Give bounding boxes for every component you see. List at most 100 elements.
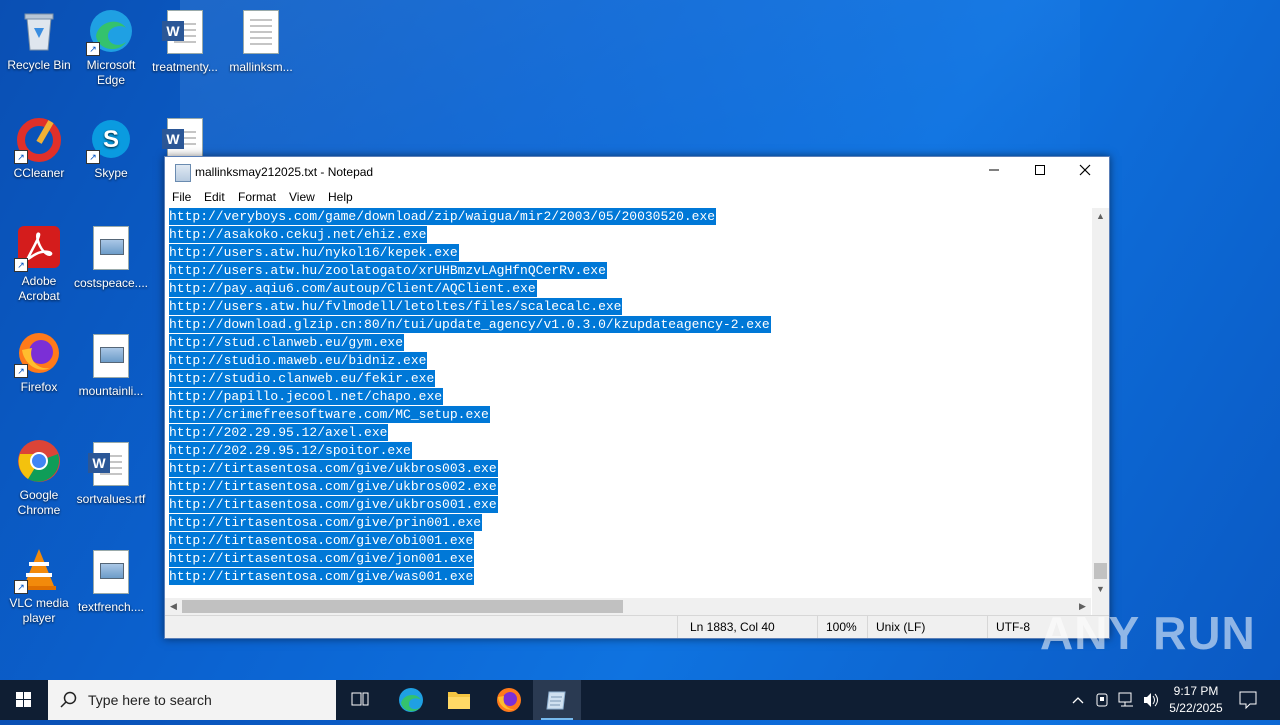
- desktop-icon-ccleaner[interactable]: ↗ CCleaner: [0, 116, 78, 181]
- text-file-icon: [238, 10, 284, 56]
- minimize-button[interactable]: [971, 157, 1017, 187]
- text-line: http://pay.aqiu6.com/autoup/Client/AQCli…: [169, 280, 537, 297]
- tray-volume-button[interactable]: [1140, 680, 1162, 720]
- desktop-icon-acrobat[interactable]: ↗ Adobe Acrobat: [0, 224, 78, 304]
- cursor-position: Ln 1883, Col 40: [677, 616, 820, 638]
- folder-icon: [448, 692, 470, 709]
- firefox-icon: ↗: [14, 330, 62, 378]
- text-line: http://asakoko.cekuj.net/ehiz.exe: [169, 226, 428, 243]
- tray-device-button[interactable]: [1092, 680, 1114, 720]
- edge-icon: [399, 688, 423, 712]
- text-line: http://download.glzip.cn:80/n/tui/update…: [169, 316, 771, 333]
- desktop-icon-label: Adobe Acrobat: [18, 274, 60, 303]
- search-icon: [60, 691, 77, 708]
- text-line: http://users.atw.hu/fvlmodell/letoltes/f…: [169, 298, 623, 315]
- task-view-button[interactable]: [336, 680, 384, 720]
- menu-file[interactable]: File: [172, 190, 191, 204]
- taskbar-search-box[interactable]: Type here to search: [48, 680, 336, 720]
- menu-format[interactable]: Format: [238, 190, 276, 204]
- desktop-icon-mallinksm[interactable]: mallinksm...: [222, 8, 300, 75]
- notepad-window[interactable]: mallinksmay212025.txt - Notepad File Edi…: [164, 156, 1110, 639]
- windows-logo-icon: [16, 692, 31, 707]
- menu-view[interactable]: View: [289, 190, 315, 204]
- menu-help[interactable]: Help: [328, 190, 353, 204]
- start-button[interactable]: [0, 680, 48, 720]
- chevron-up-icon: [1072, 697, 1084, 704]
- close-button[interactable]: [1062, 157, 1108, 187]
- desktop-icon-label: textfrench....: [77, 600, 145, 614]
- desktop-icon-vlc[interactable]: ↗ VLC media player: [0, 546, 78, 626]
- desktop-icon-label: CCleaner: [13, 166, 65, 180]
- notification-icon: [1239, 691, 1257, 710]
- desktop-icon-sortvalues[interactable]: W sortvalues.rtf: [72, 440, 150, 507]
- menu-bar: File Edit Format View Help: [165, 187, 1109, 207]
- taskbar-file-explorer[interactable]: [435, 680, 483, 720]
- shortcut-arrow-icon: ↗: [14, 258, 28, 272]
- desktop-icon-label: Google Chrome: [17, 488, 61, 517]
- ccleaner-icon: ↗: [14, 116, 62, 164]
- word-doc-icon: W: [88, 442, 134, 488]
- scroll-up-icon[interactable]: ▲: [1092, 208, 1109, 225]
- close-icon: [1079, 164, 1091, 176]
- text-line: http://tirtasentosa.com/give/obi001.exe: [169, 532, 475, 549]
- taskbar-notepad[interactable]: [533, 680, 581, 720]
- recycle-bin-icon: [16, 8, 62, 54]
- desktop-icon-label: Firefox: [20, 380, 58, 394]
- volume-icon: [1144, 693, 1158, 707]
- text-line: http://stud.clanweb.eu/gym.exe: [169, 334, 405, 351]
- title-bar[interactable]: mallinksmay212025.txt - Notepad: [165, 157, 1109, 187]
- shortcut-arrow-icon: ↗: [86, 150, 100, 164]
- shortcut-arrow-icon: ↗: [14, 580, 28, 594]
- text-editor-area[interactable]: http://veryboys.com/game/download/zip/wa…: [166, 208, 1091, 598]
- search-placeholder: Type here to search: [88, 692, 212, 708]
- vertical-scroll-thumb[interactable]: [1094, 563, 1107, 579]
- desktop-icon-firefox[interactable]: ↗ Firefox: [0, 330, 78, 395]
- desktop-icon-chrome[interactable]: Google Chrome: [0, 438, 78, 518]
- desktop-icon-label: mountainli...: [78, 384, 144, 398]
- desktop-icon-label: Recycle Bin: [7, 58, 71, 72]
- desktop-icon-mountainli[interactable]: mountainli...: [72, 332, 150, 399]
- desktop-icon-recycle-bin[interactable]: Recycle Bin: [0, 8, 78, 73]
- taskbar-edge[interactable]: [387, 680, 435, 720]
- text-line: http://202.29.95.12/spoitor.exe: [169, 442, 412, 459]
- chrome-icon: [16, 438, 62, 484]
- text-line: http://veryboys.com/game/download/zip/wa…: [169, 208, 717, 225]
- tray-network-button[interactable]: [1115, 680, 1139, 720]
- watermark-text: ANY RUN: [1040, 607, 1256, 659]
- desktop-icon-label: costspeace....: [73, 276, 149, 290]
- maximize-button[interactable]: [1017, 157, 1063, 187]
- text-line: http://papillo.jecool.net/chapo.exe: [169, 388, 444, 405]
- desktop-icon-skype[interactable]: S ↗ Skype: [72, 116, 150, 181]
- line-ending: Unix (LF): [867, 616, 986, 638]
- notepad-icon: [175, 164, 191, 182]
- vlc-icon: ↗: [14, 546, 62, 594]
- clock-time: 9:17 PM: [1173, 684, 1219, 698]
- shortcut-arrow-icon: ↗: [86, 42, 100, 56]
- vertical-scrollbar[interactable]: ▲ ▼: [1092, 208, 1109, 598]
- tray-overflow-button[interactable]: [1066, 680, 1090, 720]
- shortcut-arrow-icon: ↗: [14, 150, 28, 164]
- horizontal-scrollbar[interactable]: ◀ ▶: [165, 598, 1091, 615]
- image-file-icon: [88, 226, 134, 272]
- text-line: http://tirtasentosa.com/give/jon001.exe: [169, 550, 475, 567]
- desktop-icon-textfrench[interactable]: textfrench....: [72, 548, 150, 615]
- notepad-icon: [546, 691, 566, 710]
- text-line: http://users.atw.hu/nykol16/kepek.exe: [169, 244, 459, 261]
- text-line: http://users.atw.hu/zoolatogato/xrUHBmzv…: [169, 262, 607, 279]
- image-file-icon: [88, 334, 134, 380]
- scroll-left-icon[interactable]: ◀: [165, 598, 182, 615]
- skype-icon: S ↗: [86, 116, 134, 164]
- desktop-icon-costspeace[interactable]: costspeace....: [72, 224, 150, 291]
- menu-edit[interactable]: Edit: [204, 190, 225, 204]
- horizontal-scroll-thumb[interactable]: [182, 600, 623, 613]
- acrobat-icon: ↗: [14, 224, 62, 272]
- desktop-icon-treatmenty[interactable]: W treatmenty...: [146, 8, 224, 75]
- shortcut-arrow-icon: ↗: [14, 364, 28, 378]
- desktop-icon-edge[interactable]: ↗ Microsoft Edge: [72, 8, 150, 88]
- firefox-icon: [497, 688, 521, 712]
- notifications-button[interactable]: [1232, 680, 1264, 720]
- taskbar-clock[interactable]: 9:17 PM 5/22/2025: [1166, 683, 1226, 717]
- task-view-icon: [351, 692, 369, 706]
- scroll-down-icon[interactable]: ▼: [1092, 581, 1109, 598]
- taskbar-firefox[interactable]: [485, 680, 533, 720]
